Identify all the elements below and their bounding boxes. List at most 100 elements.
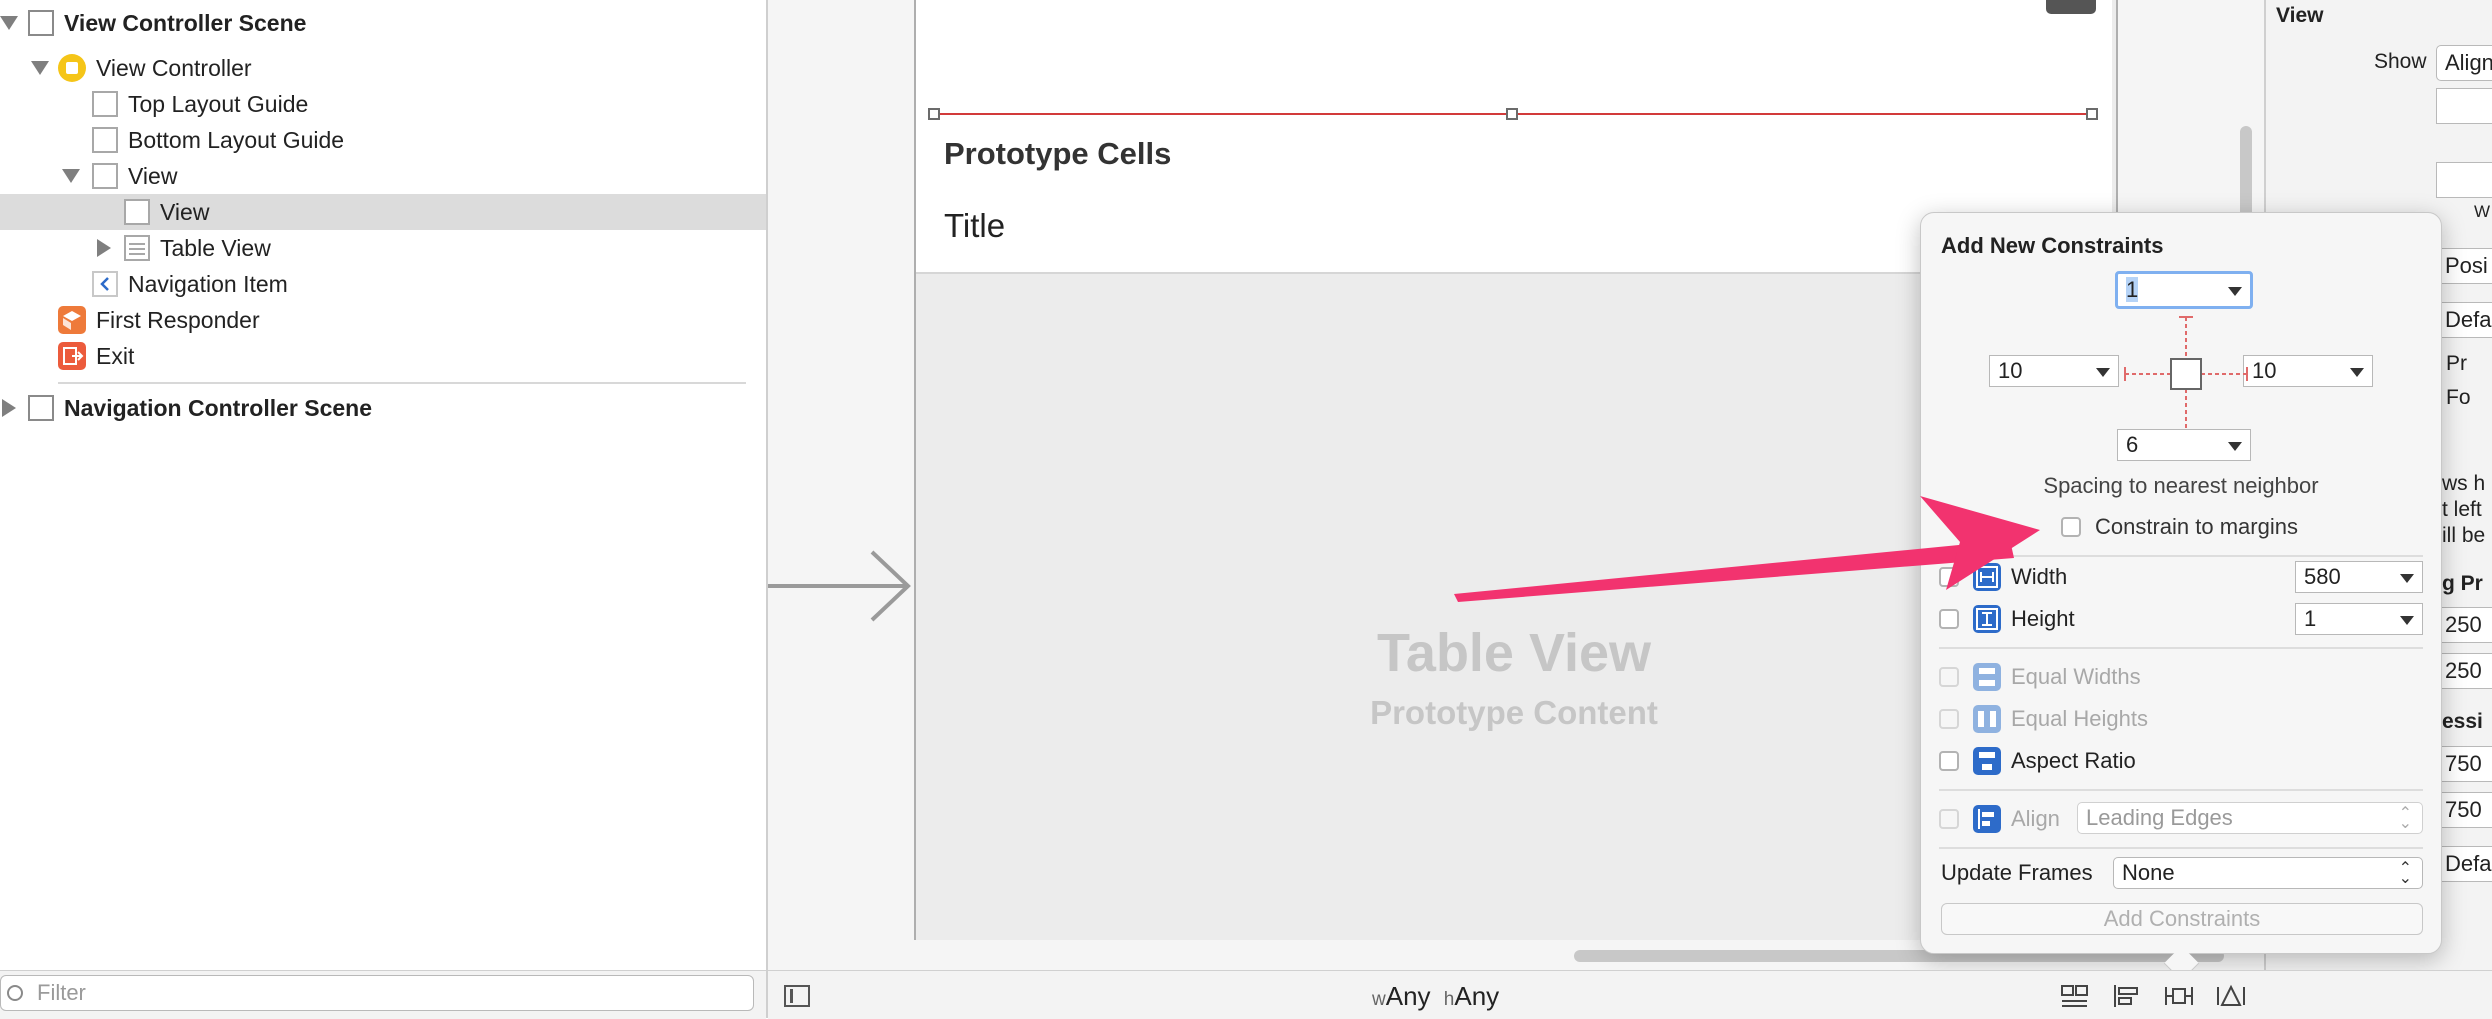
inspector-option[interactable]: Fo	[2446, 386, 2471, 410]
size-class-control[interactable]: wAny hAny	[1372, 981, 1499, 1012]
inspector-field[interactable]	[2436, 88, 2492, 124]
initial-segue-arrow-icon	[768, 550, 911, 622]
width-value-field[interactable]: 580	[2295, 561, 2423, 593]
outline-item-view[interactable]: View	[0, 158, 766, 194]
outline-item-navigation-item[interactable]: Navigation Item	[0, 266, 766, 302]
separator	[1939, 647, 2423, 649]
equal-heights-icon	[1973, 705, 2001, 733]
align-value: Leading Edges	[2086, 805, 2233, 830]
equal-widths-icon	[1973, 663, 2001, 691]
scene-icon	[28, 395, 54, 421]
popover-title: Add New Constraints	[1941, 233, 2164, 258]
update-frames-value: None	[2122, 860, 2175, 885]
height-value-field[interactable]: 1	[2295, 603, 2423, 635]
update-frames-popup[interactable]: None ⌃ ⌄	[2113, 857, 2423, 889]
view-controller-icon	[58, 54, 86, 82]
align-checkbox[interactable]	[1939, 809, 1959, 829]
inspector-help-text: ws h	[2442, 472, 2486, 495]
outline-item-label: View	[160, 199, 210, 225]
resize-handle[interactable]	[2086, 108, 2098, 120]
filter-input[interactable]: Filter	[0, 975, 754, 1011]
outline-item-label: Navigation Item	[128, 271, 288, 297]
outline-item-view-controller[interactable]: View Controller	[0, 50, 766, 86]
chevron-down-icon[interactable]	[2096, 368, 2110, 377]
resize-handle[interactable]	[928, 108, 940, 120]
outline-filter-bar: Filter	[0, 970, 766, 1019]
inspector-field[interactable]: 250	[2436, 653, 2492, 689]
stack-view-icon[interactable]	[2060, 983, 2090, 1009]
section-divider	[58, 382, 746, 384]
bottom-spacing-value: 6	[2126, 432, 2139, 457]
outline-item-view-controller-scene[interactable]: View Controller Scene	[0, 5, 766, 41]
filter-icon	[7, 985, 23, 1001]
add-constraints-button[interactable]: Add Constraints	[1941, 903, 2423, 935]
outline-item-table-view[interactable]: Table View	[0, 230, 766, 266]
bottom-spacing-field[interactable]: 6	[2117, 429, 2251, 461]
view-icon	[92, 163, 118, 189]
table-view-placeholder-label: Table View	[1376, 623, 1652, 683]
chevron-down-icon[interactable]	[2228, 287, 2242, 296]
scene-icon	[28, 10, 54, 36]
inspector-field[interactable]: 750	[2436, 792, 2492, 828]
chevron-down-icon[interactable]	[2400, 616, 2414, 625]
inspector-field[interactable]: 250	[2436, 607, 2492, 643]
table-view-placeholder-sublabel: Prototype Content	[1370, 694, 1658, 731]
chevron-down-icon[interactable]	[2400, 574, 2414, 583]
navigation-item-icon	[92, 271, 118, 297]
up-down-chevron-icon: ⌃ ⌄	[2398, 860, 2412, 887]
disclosure-triangle-icon[interactable]	[2, 399, 16, 417]
aspect-ratio-icon	[1973, 747, 2001, 775]
align-menu-icon[interactable]	[2112, 983, 2142, 1009]
inspector-field[interactable]: 750	[2436, 746, 2492, 782]
outline-item-label: Top Layout Guide	[128, 91, 309, 117]
height-class-value: Any	[1454, 981, 1500, 1011]
chevron-down-icon[interactable]	[2350, 368, 2364, 377]
left-spacing-field[interactable]: 10	[1989, 355, 2119, 387]
first-responder-icon	[58, 306, 86, 334]
pin-menu-icon[interactable]	[2164, 983, 2194, 1009]
outline-item-exit[interactable]: Exit	[0, 338, 766, 374]
top-spacing-field[interactable]: 1	[2115, 271, 2253, 309]
outline-item-navigation-controller-scene[interactable]: Navigation Controller Scene	[0, 390, 766, 426]
toggle-outline-icon[interactable]	[784, 985, 810, 1007]
inspector-popup[interactable]: Posi	[2436, 248, 2492, 284]
equal-widths-label: Equal Widths	[2011, 664, 2141, 689]
inspector-show-popup[interactable]: Align	[2436, 45, 2492, 81]
resolve-issues-icon[interactable]	[2216, 983, 2246, 1009]
equal-heights-checkbox[interactable]	[1939, 709, 1959, 729]
spacing-diagram-icon	[2124, 316, 2248, 432]
inspector-option[interactable]: Pr	[2446, 352, 2467, 376]
aspect-ratio-label: Aspect Ratio	[2011, 748, 2136, 773]
align-popup[interactable]: Leading Edges ⌃ ⌄	[2077, 802, 2423, 834]
scene-dock-icon	[2046, 0, 2096, 14]
up-down-chevron-icon: ⌃ ⌄	[2398, 805, 2412, 832]
height-checkbox[interactable]	[1939, 609, 1959, 629]
inspector-popup[interactable]: Defa	[2436, 846, 2492, 882]
aspect-ratio-checkbox[interactable]	[1939, 751, 1959, 771]
equal-heights-label: Equal Heights	[2011, 706, 2148, 731]
view-icon	[124, 199, 150, 225]
layout-guide-icon	[92, 127, 118, 153]
prototype-cell-title[interactable]: Title	[944, 207, 1005, 245]
inspector-field[interactable]	[2436, 162, 2492, 198]
outline-item-top-layout-guide[interactable]: Top Layout Guide	[0, 86, 766, 122]
inspector-show-label: Show	[2374, 50, 2427, 73]
disclosure-triangle-icon[interactable]	[62, 169, 80, 183]
constrain-margins-checkbox[interactable]	[2061, 517, 2081, 537]
inspector-popup[interactable]: Defa	[2436, 302, 2492, 338]
top-spacing-value: 1	[2126, 277, 2139, 302]
right-spacing-field[interactable]: 10	[2243, 355, 2373, 387]
annotation-arrow-icon	[1454, 496, 2040, 602]
outline-item-first-responder[interactable]: First Responder	[0, 302, 766, 338]
equal-widths-checkbox[interactable]	[1939, 667, 1959, 687]
chevron-down-icon[interactable]	[2228, 442, 2242, 451]
disclosure-triangle-icon[interactable]	[0, 16, 18, 30]
outline-item-label: Bottom Layout Guide	[128, 127, 345, 153]
resize-handle[interactable]	[1506, 108, 1518, 120]
disclosure-triangle-icon[interactable]	[97, 239, 111, 257]
outline-item-view-selected[interactable]: View	[0, 194, 766, 230]
outline-item-label: View Controller	[96, 55, 252, 81]
separator	[1939, 789, 2423, 791]
outline-item-bottom-layout-guide[interactable]: Bottom Layout Guide	[0, 122, 766, 158]
disclosure-triangle-icon[interactable]	[31, 61, 49, 75]
